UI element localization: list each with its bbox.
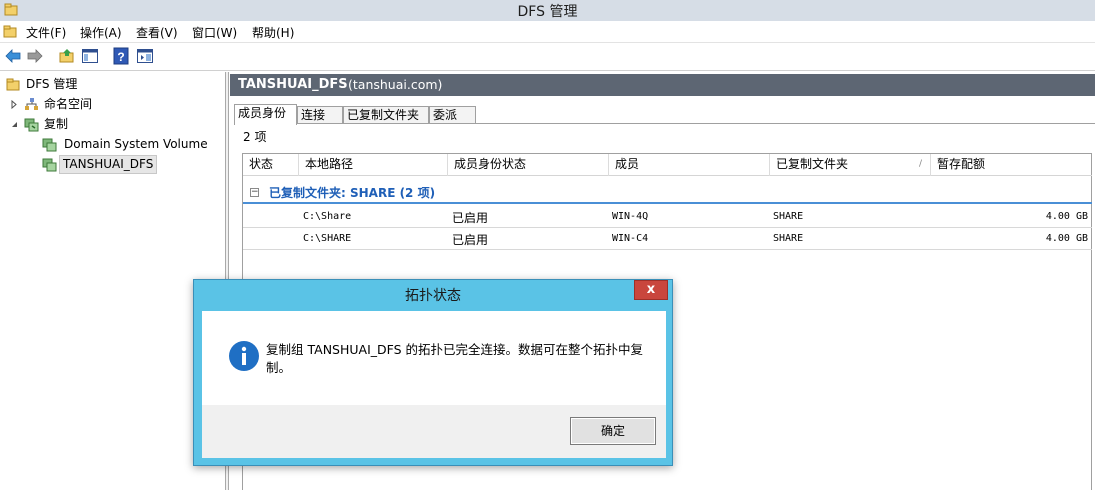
tab-membership[interactable]: 成员身份 <box>234 104 297 125</box>
content-header: TANSHUAI_DFS (tanshuai.com) <box>230 74 1095 96</box>
dialog-message: 复制组 TANSHUAI_DFS 的拓扑已完全连接。数据可在整个拓扑中复 制。 <box>266 341 646 377</box>
tab-delegation[interactable]: 委派 <box>429 106 476 124</box>
collapse-arrow-icon[interactable] <box>10 120 18 129</box>
table-row[interactable]: C:\SHARE 已启用 WIN-C4 SHARE 4.00 GB <box>243 228 1092 250</box>
help-icon[interactable]: ? <box>112 47 130 65</box>
column-member[interactable]: 成员 <box>609 154 770 176</box>
grid-header: 状态 本地路径 成员身份状态 成员 已复制文件夹 / 暂存配额 <box>243 154 1092 176</box>
domain-name: (tanshuai.com) <box>348 77 443 92</box>
menu-file[interactable]: 文件(F) <box>26 24 66 41</box>
window-title: DFS 管理 <box>517 4 578 20</box>
system-menu-icon[interactable] <box>3 24 18 38</box>
column-replicated-folder[interactable]: 已复制文件夹 / <box>770 154 931 176</box>
cell-local-path: C:\SHARE <box>303 233 352 244</box>
column-membership-state[interactable]: 成员身份状态 <box>448 154 609 176</box>
menu-view[interactable]: 查看(V) <box>136 24 178 41</box>
replication-group-icon <box>42 138 57 152</box>
tree-item-namespaces[interactable]: 命名空间 <box>0 95 226 114</box>
item-count: 2 项 <box>243 130 267 144</box>
menu-help[interactable]: 帮助(H) <box>252 24 294 41</box>
column-status[interactable]: 状态 <box>243 154 299 176</box>
svg-text:?: ? <box>117 50 124 64</box>
cell-replicated-folder: SHARE <box>773 211 804 222</box>
cell-staging-quota: 4.00 GB <box>1045 211 1088 222</box>
cell-membership-state: 已启用 <box>452 211 489 225</box>
dfs-management-icon <box>6 78 20 91</box>
tab-divider <box>234 123 1095 124</box>
sort-indicator-icon: / <box>918 159 922 169</box>
expand-arrow-icon[interactable] <box>10 100 18 109</box>
dialog-footer: 确定 <box>202 405 666 458</box>
folder-up-icon[interactable] <box>58 47 76 65</box>
replication-group-icon <box>42 158 57 172</box>
close-button[interactable]: x <box>634 280 668 300</box>
menu-window[interactable]: 窗口(W) <box>192 24 237 41</box>
replication-group-name: TANSHUAI_DFS <box>238 77 348 92</box>
tab-replicated-folders[interactable]: 已复制文件夹 <box>343 106 429 124</box>
tree-label: TANSHUAI_DFS <box>59 155 158 174</box>
table-row[interactable]: C:\Share 已启用 WIN-4Q SHARE 4.00 GB <box>243 206 1092 228</box>
dialog-content: 复制组 TANSHUAI_DFS 的拓扑已完全连接。数据可在整个拓扑中复 制。 <box>202 311 666 405</box>
replication-icon <box>24 118 39 132</box>
dialog-title: 拓扑状态 <box>405 288 461 304</box>
toolbar: ? <box>0 43 1095 71</box>
action-pane-icon[interactable] <box>136 47 154 65</box>
tree-item-tanshuai-dfs[interactable]: TANSHUAI_DFS <box>0 155 226 174</box>
cell-staging-quota: 4.00 GB <box>1045 233 1088 244</box>
cell-member: WIN-4Q <box>612 211 649 222</box>
cell-member: WIN-C4 <box>612 233 649 244</box>
menu-action[interactable]: 操作(A) <box>80 24 122 41</box>
ok-button[interactable]: 确定 <box>570 417 656 445</box>
info-icon <box>229 341 259 371</box>
menu-bar: 文件(F) 操作(A) 查看(V) 窗口(W) 帮助(H) <box>0 21 1095 43</box>
message-line: 复制组 TANSHUAI_DFS 的拓扑已完全连接。数据可在整个拓扑中复 <box>266 342 644 357</box>
cell-replicated-folder: SHARE <box>773 233 804 244</box>
show-hide-tree-icon[interactable] <box>81 47 99 65</box>
group-header[interactable]: − 已复制文件夹: SHARE (2 项) <box>243 182 1092 204</box>
cell-local-path: C:\Share <box>303 211 352 222</box>
column-local-path[interactable]: 本地路径 <box>299 154 448 176</box>
tree-label: 复制 <box>44 117 69 131</box>
forward-arrow-icon[interactable] <box>26 47 44 65</box>
column-staging-quota[interactable]: 暂存配额 <box>931 154 1092 176</box>
cell-membership-state: 已启用 <box>452 233 489 247</box>
collapse-toggle-icon[interactable]: − <box>250 188 259 197</box>
tab-connections[interactable]: 连接 <box>297 106 343 124</box>
tree-label: Domain System Volume <box>64 137 208 151</box>
tree-item-dfs-root[interactable]: DFS 管理 <box>0 75 226 94</box>
title-bar: DFS 管理 <box>0 0 1095 21</box>
tree-label: 命名空间 <box>44 97 93 111</box>
column-label: 已复制文件夹 <box>776 157 849 171</box>
namespace-icon <box>25 98 38 110</box>
group-title: 已复制文件夹: SHARE (2 项) <box>269 186 436 200</box>
message-line: 制。 <box>266 360 292 375</box>
tree-label: DFS 管理 <box>26 77 78 91</box>
tree-item-domain-system-volume[interactable]: Domain System Volume <box>0 135 226 154</box>
tree-item-replication[interactable]: 复制 <box>0 115 226 134</box>
close-icon: x <box>646 282 656 297</box>
topology-status-dialog: 拓扑状态 x 复制组 TANSHUAI_DFS 的拓扑已完全连接。数据可在整个拓… <box>193 279 673 466</box>
back-arrow-icon[interactable] <box>4 47 22 65</box>
